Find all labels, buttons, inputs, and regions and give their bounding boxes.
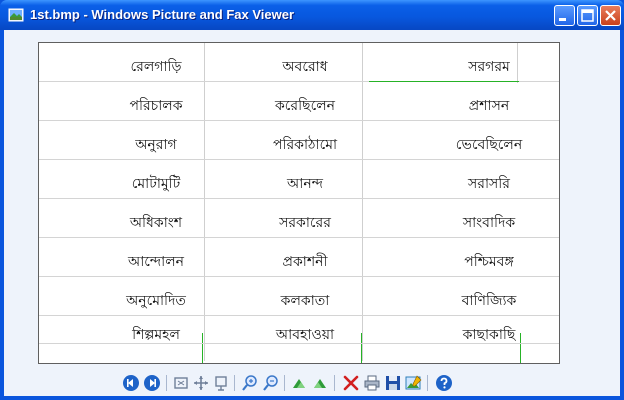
bengali-word: আনন্দ [287, 176, 323, 192]
grid-line [39, 159, 559, 160]
grid-line [39, 276, 559, 277]
slideshow-icon[interactable] [212, 374, 230, 392]
grid-line [520, 333, 521, 363]
bengali-word: পরিকাঠামো [272, 137, 338, 153]
grid-line [39, 315, 559, 316]
grid-line [39, 198, 559, 199]
rotate-clockwise-icon[interactable] [291, 374, 309, 392]
bengali-word: কাছাকাছি [462, 327, 516, 343]
bengali-word: শিল্পমহল [132, 327, 180, 343]
grid-line [362, 43, 363, 361]
print-icon[interactable] [363, 374, 381, 392]
rotate-counterclockwise-icon[interactable] [312, 374, 330, 392]
zoom-in-icon[interactable] [241, 374, 259, 392]
bengali-word: সাংবাদিক [462, 215, 516, 231]
best-fit-icon[interactable] [172, 374, 190, 392]
bengali-word: সরগরম [468, 59, 510, 75]
next-image-icon[interactable] [143, 374, 161, 392]
bengali-word: আন্দোলন [127, 254, 185, 270]
delete-icon[interactable] [342, 374, 360, 392]
toolbar-separator [284, 375, 285, 391]
actual-size-icon[interactable] [192, 374, 210, 392]
bengali-word: করেছিলেন [274, 98, 336, 114]
bengali-word: বাণিজ্যিক [461, 293, 517, 309]
toolbar-separator [334, 375, 335, 391]
close-button[interactable] [600, 5, 621, 26]
bengali-word: আবহাওয়া [275, 327, 335, 343]
displayed-image: রেলগাড়ি অবরোধ সরগরম পরিচালক করেছিলেন প্… [38, 42, 560, 364]
window-title: 1st.bmp - Windows Picture and Fax Viewer [30, 7, 295, 22]
picture-viewer-window: 1st.bmp - Windows Picture and Fax Viewer [0, 0, 624, 400]
viewer-client-area: রেলগাড়ি অবরোধ সরগরম পরিচালক করেছিলেন প্… [4, 30, 620, 396]
grid-line [369, 81, 519, 82]
bengali-word: পশ্চিমবঙ্গ [464, 254, 514, 270]
picture-viewer-app-icon[interactable] [8, 7, 24, 23]
grid-line [202, 333, 203, 363]
grid-line [39, 120, 559, 121]
grid-line [517, 43, 518, 83]
save-icon[interactable] [384, 374, 402, 392]
minimize-button[interactable] [554, 5, 575, 26]
toolbar-separator [427, 375, 428, 391]
bengali-word: রেলগাড়ি [130, 59, 182, 75]
grid-line [361, 333, 362, 363]
grid-line [204, 43, 205, 361]
help-icon[interactable] [435, 374, 453, 392]
bengali-word: মোটামুটি [131, 176, 181, 192]
toolbar-separator [166, 375, 167, 391]
grid-line [39, 237, 559, 238]
bengali-word: প্রকাশনী [282, 254, 328, 270]
bengali-word: কলকাতা [280, 293, 330, 309]
toolbar-separator [234, 375, 235, 391]
bengali-word: পরিচালক [129, 98, 183, 114]
bengali-word: অনুরাগ [135, 137, 177, 153]
bengali-word: অবরোধ [282, 59, 328, 75]
previous-image-icon[interactable] [122, 374, 140, 392]
bengali-word: প্রশাসন [468, 98, 510, 114]
bengali-word: ভেবেছিলেন [455, 137, 523, 153]
bengali-word: সরকারের [279, 215, 331, 231]
bengali-word: সরাসরি [468, 176, 510, 192]
title-bar[interactable]: 1st.bmp - Windows Picture and Fax Viewer [0, 0, 624, 30]
bengali-word: অধিকাংশ [129, 215, 183, 231]
bengali-word: অনুমোদিত [126, 293, 186, 309]
viewer-toolbar [4, 370, 620, 396]
edit-image-icon[interactable] [405, 374, 423, 392]
maximize-button[interactable] [577, 5, 598, 26]
zoom-out-icon[interactable] [262, 374, 280, 392]
